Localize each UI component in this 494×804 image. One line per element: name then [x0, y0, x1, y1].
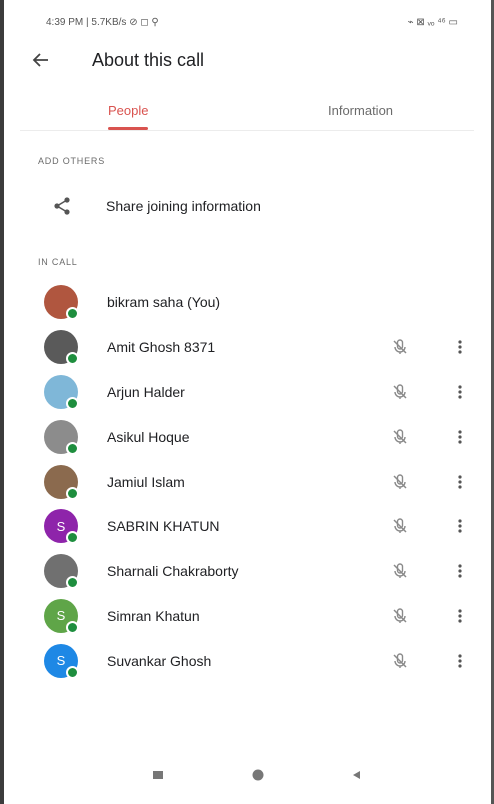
online-indicator: [66, 486, 79, 500]
mic-off-icon: [393, 384, 407, 399]
mic-off-icon: [393, 518, 407, 534]
more-vert-icon: [458, 654, 462, 668]
circle-icon: [252, 769, 264, 781]
mic-off-icon: [393, 429, 407, 444]
share-icon: [54, 197, 70, 215]
participant-row[interactable]: Arjun Halder: [20, 370, 474, 415]
participant-row[interactable]: Jamiul Islam: [20, 459, 474, 504]
recents-button[interactable]: [138, 760, 178, 790]
avatar: [44, 285, 79, 321]
participant-name: bikram saha (You): [107, 294, 221, 311]
avatar: [44, 374, 79, 410]
more-vert-icon: [458, 609, 462, 623]
square-icon: [153, 771, 163, 779]
participant-name: Suvankar Ghosh: [107, 652, 212, 669]
online-indicator: [66, 576, 79, 590]
tab-information[interactable]: Information: [328, 90, 393, 130]
participant-row[interactable]: S SABRIN KHATUN: [20, 504, 474, 549]
participant-row[interactable]: S Simran Khatun: [20, 594, 474, 639]
avatar: [44, 419, 79, 455]
participant-row[interactable]: Sharnali Chakraborty: [20, 549, 474, 594]
participant-options-button[interactable]: [452, 470, 468, 494]
tab-bar: People Information: [20, 90, 474, 131]
participant-name: Arjun Halder: [107, 383, 185, 400]
mic-off-icon: [393, 608, 407, 623]
participant-name: SABRIN KHATUN: [107, 518, 220, 535]
system-back-button[interactable]: [336, 760, 376, 790]
left-edge: [0, 0, 4, 804]
participant-name: Asikul Hoque: [107, 428, 190, 445]
avatar-initial: S: [56, 518, 66, 534]
arrow-left-icon: [32, 53, 48, 67]
mute-status: [388, 380, 412, 404]
add-others-header: ADD OTHERS: [38, 156, 106, 166]
participant-name: Simran Khatun: [107, 607, 200, 624]
mute-status: [388, 514, 412, 538]
avatar: [44, 330, 79, 366]
mic-off-icon: [393, 473, 407, 489]
participant-options-button[interactable]: [452, 425, 468, 449]
avatar: S: [44, 509, 79, 545]
share-joining-info-label: Share joining information: [106, 198, 261, 214]
participant-row[interactable]: S Suvankar Ghosh: [20, 638, 474, 683]
online-indicator: [66, 441, 79, 455]
active-tab-indicator: [108, 127, 149, 130]
mic-off-icon: [393, 339, 407, 355]
mute-status: [388, 335, 412, 359]
mute-status: [388, 470, 412, 494]
mic-off-icon: [393, 653, 407, 668]
avatar: [44, 464, 79, 500]
participant-options-button[interactable]: [452, 559, 468, 583]
participant-options-button[interactable]: [452, 649, 468, 673]
participant-options-button[interactable]: [452, 335, 468, 359]
avatar: [44, 554, 79, 590]
online-indicator: [66, 396, 79, 410]
more-vert-icon: [458, 519, 462, 533]
online-indicator: [66, 352, 79, 366]
participant-options-button[interactable]: [452, 380, 468, 404]
tab-information-label: Information: [328, 102, 394, 118]
app-bar: About this call: [20, 40, 474, 80]
avatar: S: [44, 643, 79, 679]
more-vert-icon: [458, 474, 462, 489]
mute-status: [388, 559, 412, 583]
mute-status: [388, 425, 412, 449]
participant-options-button[interactable]: [452, 514, 468, 538]
status-left: 4:39 PM | 5.7KB/s ⊘ ◻ ⚲: [46, 16, 159, 28]
status-right: ⌁ ⊠ ᵥₒ ⁴⁶ ▭: [407, 16, 458, 28]
online-indicator: [66, 665, 79, 679]
participant-name: Jamiul Islam: [107, 473, 185, 490]
mute-status: [388, 604, 412, 628]
tab-people-label: People: [108, 102, 149, 118]
participant-name: Sharnali Chakraborty: [107, 563, 239, 580]
tab-people[interactable]: People: [108, 90, 149, 130]
more-vert-icon: [458, 564, 462, 578]
avatar-initial: S: [56, 653, 66, 669]
status-bar: 4:39 PM | 5.7KB/s ⊘ ◻ ⚲ ⌁ ⊠ ᵥₒ ⁴⁶ ▭: [46, 14, 458, 30]
share-joining-info-row[interactable]: Share joining information: [20, 186, 474, 226]
avatar-initial: S: [56, 608, 66, 624]
more-vert-icon: [458, 430, 462, 444]
in-call-header: IN CALL: [38, 257, 78, 267]
participant-row[interactable]: bikram saha (You): [20, 280, 474, 325]
participant-name: Amit Ghosh 8371: [107, 339, 216, 356]
online-indicator: [66, 531, 79, 545]
triangle-back-icon: [353, 771, 360, 779]
participant-row[interactable]: Amit Ghosh 8371: [20, 325, 474, 370]
mic-off-icon: [393, 563, 407, 579]
online-indicator: [66, 620, 79, 634]
participant-row[interactable]: Asikul Hoque: [20, 414, 474, 459]
mute-status: [388, 649, 412, 673]
more-vert-icon: [458, 340, 462, 354]
avatar: S: [44, 598, 79, 634]
home-button[interactable]: [238, 760, 278, 790]
page-title: About this call: [92, 49, 205, 70]
back-button[interactable]: [20, 40, 62, 80]
participant-options-button[interactable]: [452, 604, 468, 628]
online-indicator: [66, 307, 79, 321]
system-nav-bar: [20, 760, 474, 790]
participant-list: bikram saha (You) Amit Ghosh 8371 Arjun Ha…: [20, 280, 474, 683]
more-vert-icon: [458, 385, 462, 399]
share-icon-wrap: [40, 195, 84, 217]
